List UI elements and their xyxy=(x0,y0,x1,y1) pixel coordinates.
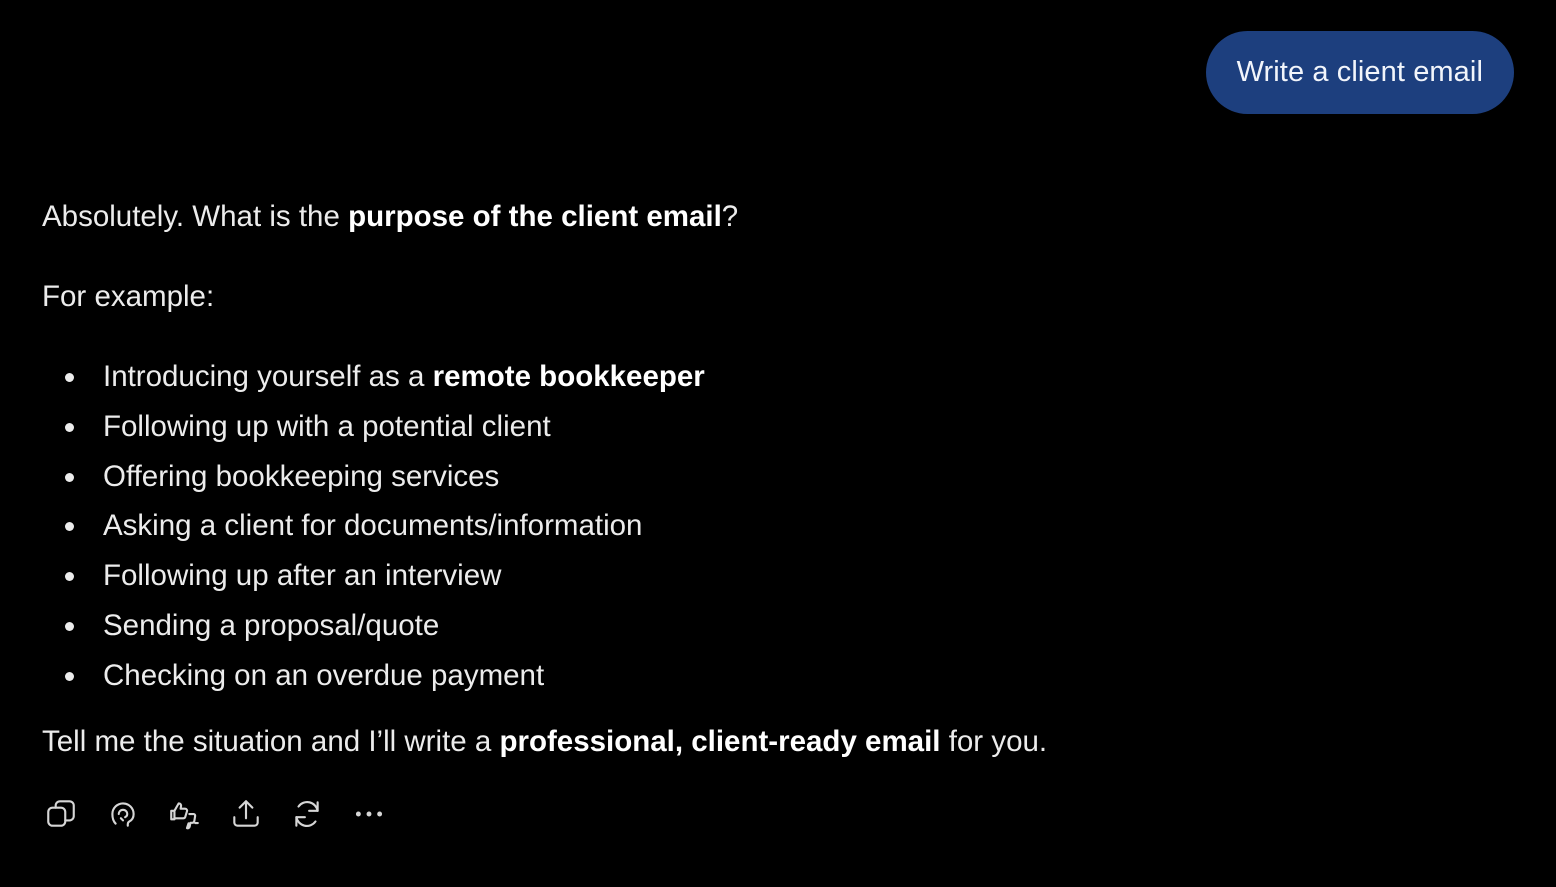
bullet-icon xyxy=(65,472,74,482)
more-icon xyxy=(355,811,382,817)
speaker-icon xyxy=(110,802,135,827)
bullet-icon xyxy=(65,522,74,532)
bullet-icon xyxy=(65,422,74,432)
list-item-text: Sending a proposal/quote xyxy=(103,608,440,642)
list-item-text: Offering bookkeeping services xyxy=(103,459,500,493)
bullet-icon xyxy=(65,572,74,582)
intro-text: Absolutely. What is the xyxy=(42,200,349,233)
regenerate-button[interactable] xyxy=(288,794,326,834)
share-button[interactable] xyxy=(227,794,265,834)
bullet-icon xyxy=(65,671,74,681)
list-item: Introducing yourself as a remote bookkee… xyxy=(42,358,705,408)
list-item-text: Following up after an interview xyxy=(103,559,502,593)
closing-bold-text: professional, client-ready email xyxy=(499,725,941,758)
regenerate-icon xyxy=(295,801,319,827)
list-item: Sending a proposal/quote xyxy=(42,607,705,657)
list-item-text: Asking a client for documents/informatio… xyxy=(103,509,643,543)
user-message-text: Write a client email xyxy=(1236,56,1483,88)
share-icon xyxy=(232,800,259,827)
copy-button[interactable] xyxy=(42,794,80,834)
list-item-text: Following up with a potential client xyxy=(103,409,551,443)
list-item-text: Checking on an overdue payment xyxy=(103,658,545,692)
closing-paragraph: Tell me the situation and I’ll write a p… xyxy=(42,723,1047,761)
list-item: Asking a client for documents/informatio… xyxy=(42,507,705,557)
intro-text-end: ? xyxy=(721,200,739,233)
list-item: Offering bookkeeping services xyxy=(42,458,705,508)
feedback-button[interactable] xyxy=(165,794,203,834)
user-message-bubble: Write a client email xyxy=(1205,31,1514,114)
purpose-list: Introducing yourself as a remote bookkee… xyxy=(42,358,705,707)
intro-bold-text: purpose of the client email xyxy=(348,200,722,233)
message-action-bar xyxy=(42,794,411,834)
bullet-icon xyxy=(65,621,74,631)
list-item: Following up with a potential client xyxy=(42,408,705,458)
read-aloud-button[interactable] xyxy=(104,794,142,834)
list-item-bold-text: remote bookkeeper xyxy=(432,360,705,393)
intro-paragraph: Absolutely. What is the purpose of the c… xyxy=(42,198,738,236)
more-options-button[interactable] xyxy=(350,794,388,834)
copy-icon xyxy=(47,800,75,827)
closing-text: Tell me the situation and I’ll write a xyxy=(42,725,500,758)
list-item-text: Introducing yourself as a xyxy=(103,360,433,393)
thumbs-feedback-icon xyxy=(170,802,199,830)
list-item: Checking on an overdue payment xyxy=(42,657,705,707)
example-label: For example: xyxy=(42,280,215,313)
bullet-icon xyxy=(65,373,74,382)
closing-text-end: for you. xyxy=(940,725,1048,758)
list-item: Following up after an interview xyxy=(42,557,705,607)
